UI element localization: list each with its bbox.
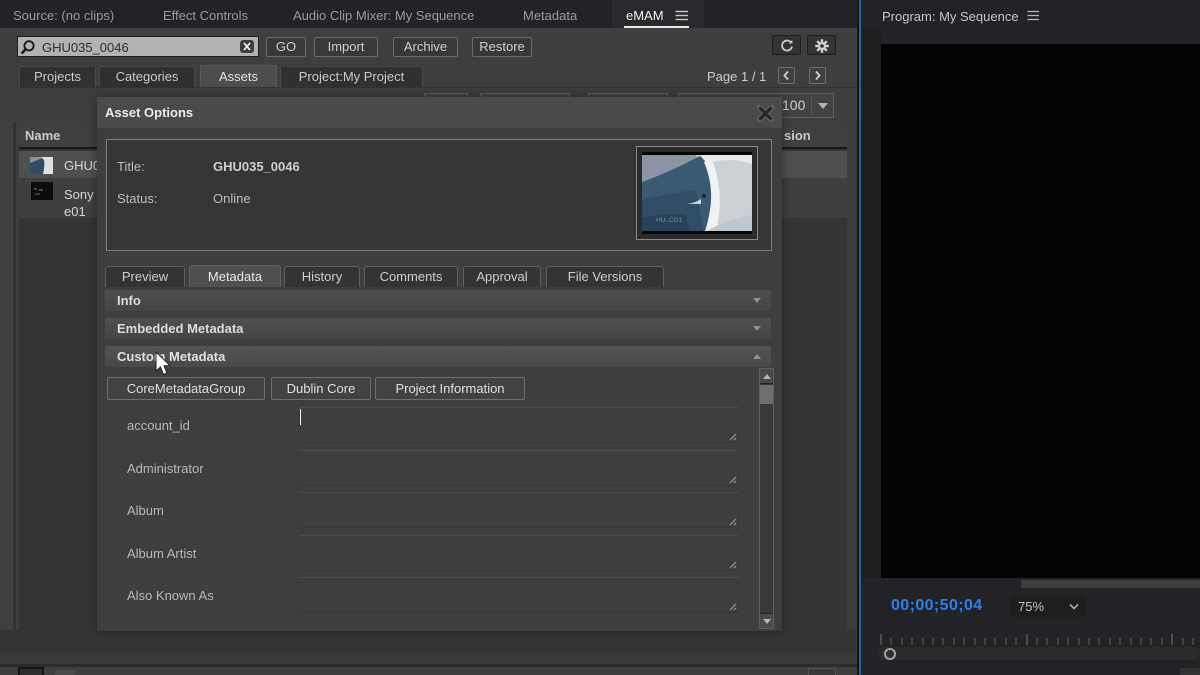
- svg-text:HU..CG1: HU..CG1: [656, 217, 683, 224]
